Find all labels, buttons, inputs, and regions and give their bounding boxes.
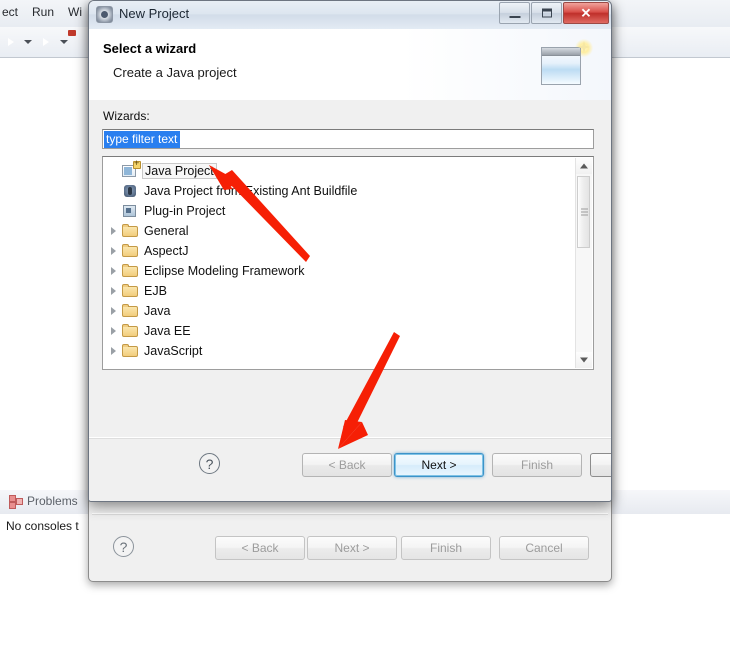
filter-input-value: type filter text [104, 131, 181, 148]
menu-project[interactable]: ect [2, 5, 18, 19]
scroll-down-button[interactable] [576, 352, 592, 368]
java-project-icon [122, 158, 141, 179]
scrollbar-thumb[interactable] [577, 176, 590, 248]
background-finish-button: Finish [401, 536, 491, 560]
background-next-button: Next > [307, 536, 397, 560]
scrollbar-grip-icon [581, 208, 588, 216]
problems-icon [9, 495, 23, 509]
tree-item-java-project[interactable]: Java Project [111, 158, 217, 181]
dialog-header: Select a wizard Create a Java project [89, 29, 611, 101]
tree-item-label: Java Project [142, 163, 217, 179]
maximize-button[interactable] [531, 2, 562, 24]
menu-window[interactable]: Wi [68, 5, 82, 19]
wizard-tree[interactable]: Java Project Java Project from Existing A… [102, 156, 594, 370]
dialog-body: Wizards: type filter text Java ProjectJa… [89, 100, 611, 437]
folder-icon [122, 323, 139, 339]
tree-item-plug-in-project[interactable]: Plug-in Project [111, 201, 225, 221]
folder-icon [122, 303, 139, 319]
folder-icon [122, 243, 139, 259]
tree-item-java-project-from-existing-ant-buildfile[interactable]: Java Project from Existing Ant Buildfile [111, 181, 357, 201]
expand-arrow-icon[interactable] [111, 347, 116, 355]
tree-item-label: General [144, 224, 189, 238]
tree-item-eclipse-modeling-framework[interactable]: Eclipse Modeling Framework [111, 261, 304, 281]
scroll-up-button[interactable] [576, 158, 592, 174]
tree-item-label: Java EE [144, 324, 191, 338]
folder-icon [122, 283, 139, 299]
header-title: Select a wizard [103, 41, 197, 56]
screen: ect Run Wi Problems No consoles t ? < Ba… [0, 0, 730, 663]
tree-item-java-ee[interactable]: Java EE [111, 321, 191, 341]
tree-item-label: Plug-in Project [144, 204, 226, 218]
background-cancel-button: Cancel [499, 536, 589, 560]
tree-item-java[interactable]: Java [111, 301, 170, 321]
folder-icon [122, 223, 139, 239]
next-button[interactable]: Next > [394, 453, 484, 477]
tree-item-label: Eclipse Modeling Framework [144, 264, 305, 278]
ant-buildfile-icon [122, 183, 139, 199]
tree-item-label: Java Project from Existing Ant Buildfile [144, 184, 358, 198]
background-dialog-separator [92, 513, 608, 515]
dialog-title-bar: New Project ✕ [89, 1, 611, 30]
new-project-dialog: New Project ✕ Select a wizard Create a J… [88, 0, 612, 502]
folder-icon [122, 263, 139, 279]
dropdown-arrow-icon-1[interactable] [24, 40, 32, 44]
dialog-title: New Project [119, 6, 190, 21]
ide-footer-strip [0, 600, 730, 663]
menu-run[interactable]: Run [32, 5, 54, 19]
wizard-banner-icon [537, 37, 595, 93]
tree-item-label: EJB [144, 284, 167, 298]
expand-arrow-icon[interactable] [111, 267, 116, 275]
new-project-icon [96, 6, 113, 23]
expand-arrow-icon[interactable] [111, 247, 116, 255]
plugin-project-icon [122, 203, 139, 219]
background-help-button[interactable]: ? [113, 536, 134, 557]
header-subtitle: Create a Java project [113, 65, 237, 80]
tree-item-ejb[interactable]: EJB [111, 281, 167, 301]
background-dialog-button-row: ? < Back Next > Finish Cancel [91, 518, 611, 574]
help-button[interactable]: ? [199, 453, 220, 474]
tree-scrollbar[interactable] [575, 158, 592, 368]
filter-input[interactable]: type filter text [102, 129, 594, 149]
expand-arrow-icon[interactable] [111, 307, 116, 315]
tree-item-javascript[interactable]: JavaScript [111, 341, 202, 361]
back-button: < Back [302, 453, 392, 477]
wizards-label: Wizards: [103, 109, 150, 123]
cancel-button[interactable]: Cancel [590, 453, 611, 477]
finish-button: Finish [492, 453, 582, 477]
close-icon: ✕ [580, 5, 592, 21]
folder-icon [122, 343, 139, 359]
minimize-button[interactable] [499, 2, 530, 24]
dropdown-arrow-icon-2[interactable] [60, 40, 68, 44]
tree-item-label: AspectJ [144, 244, 189, 258]
background-back-button: < Back [215, 536, 305, 560]
console-empty-text: No consoles t [6, 519, 79, 533]
tree-item-aspectj[interactable]: AspectJ [111, 241, 188, 261]
tree-item-general[interactable]: General [111, 221, 188, 241]
tree-item-label: Java [144, 304, 171, 318]
expand-arrow-icon[interactable] [111, 287, 116, 295]
window-controls: ✕ [498, 2, 609, 24]
tab-problems[interactable]: Problems [27, 494, 78, 508]
tree-item-label: JavaScript [144, 344, 203, 358]
expand-arrow-icon[interactable] [111, 327, 116, 335]
close-button[interactable]: ✕ [563, 2, 609, 24]
expand-arrow-icon[interactable] [111, 227, 116, 235]
